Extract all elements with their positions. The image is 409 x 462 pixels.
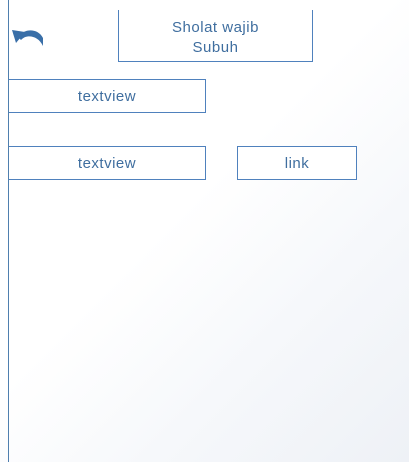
textview-1: textview [9,79,206,113]
textview-2-label: textview [77,154,137,172]
textview-2: textview [9,146,206,180]
link-label: link [284,154,310,172]
frame-left-border [8,0,9,462]
title-line-1: Sholat wajib [172,18,259,36]
title-line-2: Subuh [192,38,239,56]
back-arrow-icon[interactable] [10,24,46,48]
link-button[interactable]: link [237,146,357,180]
textview-1-label: textview [77,87,137,105]
page-title: Sholat wajib Subuh [118,10,313,62]
